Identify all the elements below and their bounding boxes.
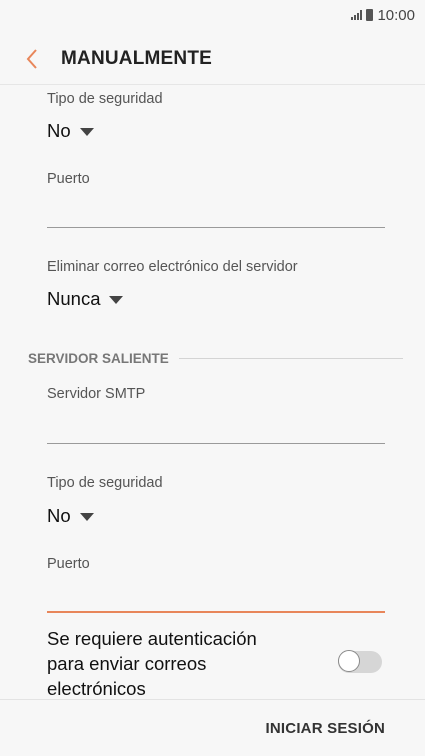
battery-icon <box>366 9 374 21</box>
status-bar: 10:00 <box>0 0 425 30</box>
outgoing-security-dropdown[interactable]: No <box>47 505 94 527</box>
delete-mail-value: Nunca <box>47 288 101 309</box>
footer-bar: INICIAR SESIÓN <box>0 700 425 756</box>
incoming-port-label: Puerto <box>47 171 90 187</box>
settings-form: Tipo de seguridad No Puerto Eliminar cor… <box>0 85 425 700</box>
incoming-security-dropdown[interactable]: No <box>47 120 94 142</box>
auth-required-toggle[interactable] <box>338 650 382 673</box>
chevron-left-icon <box>26 49 37 69</box>
app-bar: MANUALMENTE <box>0 37 425 81</box>
dropdown-arrow-icon <box>79 513 94 521</box>
signin-button[interactable]: INICIAR SESIÓN <box>266 720 385 737</box>
outgoing-port-underline <box>47 611 385 613</box>
signal-icon <box>351 10 363 20</box>
incoming-port-underline <box>47 227 385 228</box>
outgoing-security-label: Tipo de seguridad <box>47 475 163 491</box>
auth-required-label: Se requiere autenticación para enviar co… <box>47 628 257 699</box>
dropdown-arrow-icon <box>79 128 94 136</box>
smtp-server-label: Servidor SMTP <box>47 386 146 402</box>
page-title: MANUALMENTE <box>61 48 213 69</box>
smtp-server-input[interactable] <box>47 411 385 441</box>
back-button[interactable] <box>7 37 57 81</box>
delete-mail-label: Eliminar correo electrónico del servidor <box>47 259 298 275</box>
section-divider <box>178 358 403 359</box>
incoming-port-input[interactable] <box>47 197 385 227</box>
outgoing-section-title: SERVIDOR SALIENTE <box>28 351 169 366</box>
outgoing-port-label: Puerto <box>47 556 90 572</box>
delete-mail-dropdown[interactable]: Nunca <box>47 288 124 310</box>
toggle-knob <box>338 650 360 672</box>
incoming-security-value: No <box>47 120 71 141</box>
dropdown-arrow-icon <box>109 296 124 304</box>
smtp-server-underline <box>47 443 385 444</box>
outgoing-security-value: No <box>47 505 71 526</box>
status-time: 10:00 <box>377 6 415 24</box>
outgoing-section-header: SERVIDOR SALIENTE <box>28 351 403 366</box>
outgoing-port-input[interactable] <box>47 581 385 611</box>
incoming-security-label: Tipo de seguridad <box>47 91 163 107</box>
